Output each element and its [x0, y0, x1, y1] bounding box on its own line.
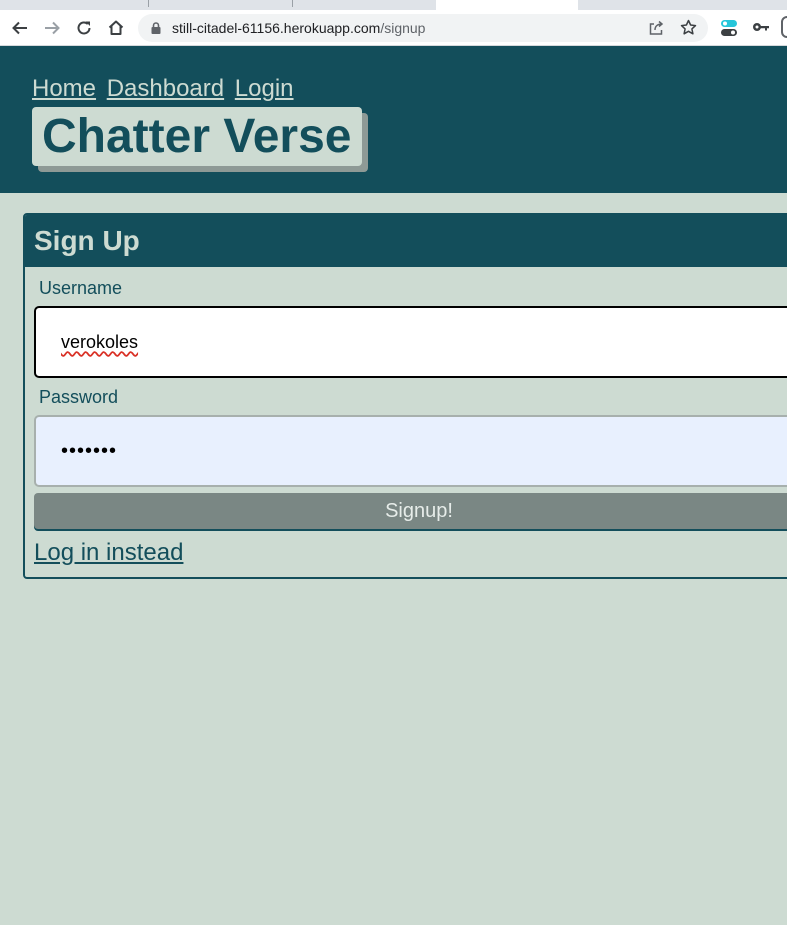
star-icon[interactable]	[680, 19, 697, 36]
reload-button[interactable]	[73, 17, 95, 39]
nav-home-link[interactable]: Home	[32, 75, 96, 102]
username-input[interactable]: verokoles	[34, 306, 787, 378]
site-nav: Home Dashboard Login	[32, 75, 298, 103]
password-value: •••••••	[61, 439, 118, 462]
home-button[interactable]	[105, 17, 127, 39]
reload-icon	[77, 21, 91, 35]
lock-icon[interactable]	[149, 21, 163, 35]
address-bar[interactable]: still-citadel-61156.herokuapp.com/signup	[138, 14, 708, 42]
share-icon[interactable]	[648, 20, 664, 36]
active-tab[interactable]	[436, 0, 578, 10]
url-text[interactable]: still-citadel-61156.herokuapp.com/signup	[172, 20, 425, 36]
extension-icon[interactable]	[719, 18, 739, 38]
browser-tabstrip	[0, 0, 787, 10]
key-icon[interactable]	[752, 20, 770, 34]
nav-dashboard-link[interactable]: Dashboard	[107, 75, 224, 102]
signup-title: Sign Up	[34, 225, 140, 256]
tab-separator	[292, 0, 293, 7]
profile-button[interactable]	[781, 16, 787, 38]
signup-card: Sign Up Username verokoles Password ••••…	[23, 213, 787, 579]
brand-box: Chatter Verse	[32, 107, 362, 166]
password-label: Password	[39, 387, 119, 407]
username-value: verokoles	[61, 331, 139, 352]
tab-separator	[148, 0, 149, 7]
forward-button[interactable]	[41, 17, 63, 39]
site-title: Chatter Verse	[42, 109, 352, 163]
forward-arrow-icon	[45, 21, 60, 35]
back-arrow-icon	[12, 21, 27, 35]
login-instead-link[interactable]: Log in instead	[34, 539, 183, 567]
home-icon	[108, 20, 124, 35]
back-button[interactable]	[9, 17, 31, 39]
url-path: /signup	[380, 20, 426, 36]
signup-card-header: Sign Up	[25, 215, 787, 267]
password-input[interactable]: •••••••	[34, 415, 787, 487]
nav-login-link[interactable]: Login	[235, 75, 294, 102]
browser-toolbar: still-citadel-61156.herokuapp.com/signup	[0, 10, 787, 46]
username-label: Username	[39, 278, 123, 298]
signup-button[interactable]: Signup!	[34, 493, 787, 529]
url-host: still-citadel-61156.herokuapp.com	[172, 20, 381, 36]
site-header: Home Dashboard Login Chatter Verse	[0, 46, 787, 193]
